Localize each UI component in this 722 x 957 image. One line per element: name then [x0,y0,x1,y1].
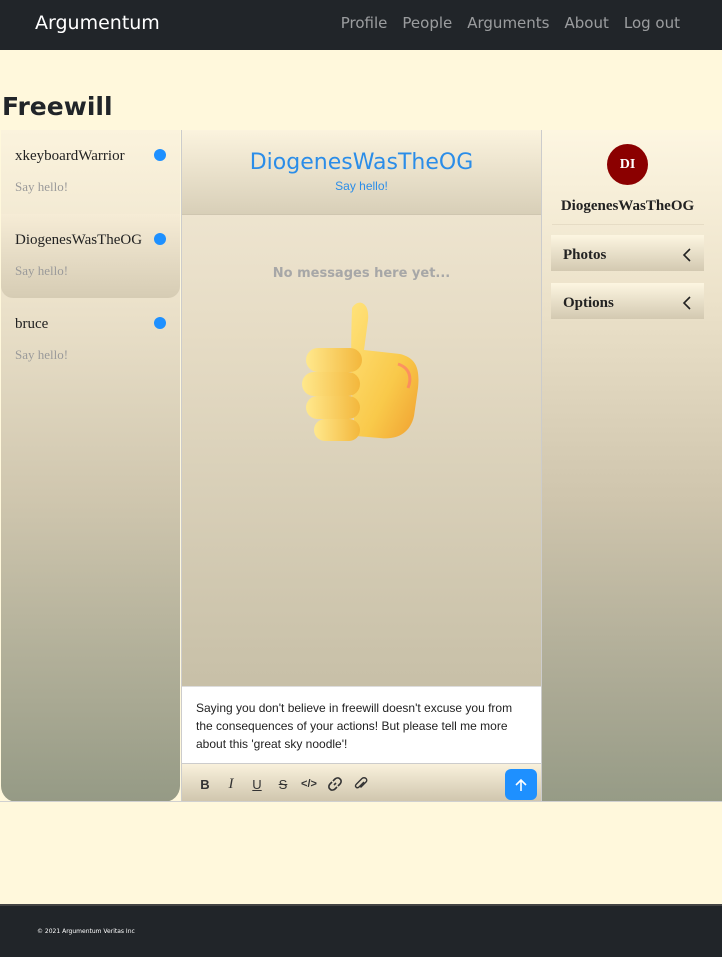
conversation-preview: Say hello! [15,347,69,362]
nav-links: Profile People Arguments About Log out [341,14,680,32]
bold-icon[interactable]: B [197,776,213,792]
chat-header: DiogenesWasTheOG Say hello! [182,130,541,215]
conversation-preview: Say hello! [15,263,69,278]
chevron-left-icon [682,296,691,310]
conversation-name: DiogenesWasTheOG [15,232,143,248]
nav-link-profile[interactable]: Profile [341,14,388,32]
thumbs-up-emoji-icon [302,302,419,441]
photos-section-toggle[interactable]: Photos [551,235,704,271]
unread-dot [154,317,166,329]
chat-panel: DiogenesWasTheOG Say hello! No messages … [181,130,542,802]
footer: © 2021 Argumentum Veritas Inc [0,904,722,957]
chevron-left-icon [682,248,691,262]
page-title: Freewill [2,92,113,121]
empty-messages-text: No messages here yet... [272,266,451,281]
profile-panel: DI DiogenesWasTheOG Photos Options [542,130,722,802]
unread-dot [154,233,166,245]
divider [552,224,704,225]
chat-frame: xkeyboardWarrior Say hello! DiogenesWasT… [1,130,722,802]
code-icon[interactable]: </> [301,776,317,792]
nav-link-logout[interactable]: Log out [624,14,680,32]
footer-copyright: © 2021 Argumentum Veritas Inc [37,928,135,935]
divider [0,801,722,802]
nav-link-people[interactable]: People [402,14,452,32]
options-section-toggle[interactable]: Options [551,283,704,319]
send-button[interactable] [505,769,537,800]
strikethrough-icon[interactable]: S [275,776,291,792]
arrow-up-icon [515,778,527,791]
chat-header-status: Say hello! [335,179,388,193]
unread-dot [154,149,166,161]
italic-icon[interactable]: I [223,776,239,792]
conversation-preview: Say hello! [15,179,69,194]
conversation-item-bruce[interactable]: bruce Say hello! [1,298,180,382]
section-title: Photos [563,247,607,263]
chat-header-name[interactable]: DiogenesWasTheOG [182,150,541,175]
profile-name: DiogenesWasTheOG [560,198,695,214]
paperclip-icon[interactable] [353,776,369,792]
link-icon[interactable] [327,776,343,792]
nav-link-arguments[interactable]: Arguments [467,14,549,32]
top-navbar: Argumentum Profile People Arguments Abou… [0,0,722,50]
conversation-name: xkeyboardWarrior [15,148,125,164]
section-title: Options [563,295,614,311]
nav-link-about[interactable]: About [565,14,609,32]
conversation-item-xkeyboardwarrior[interactable]: xkeyboardWarrior Say hello! [1,130,180,214]
underline-icon[interactable]: U [249,776,265,792]
brand-logo[interactable]: Argumentum [35,12,160,34]
conversation-name: bruce [15,316,49,332]
message-input[interactable]: Saying you don't believe in freewill doe… [182,686,541,763]
formatting-toolbar: B I U S </> [182,763,541,802]
avatar[interactable]: DI [607,144,648,185]
conversation-item-diogeneswastheog[interactable]: DiogenesWasTheOG Say hello! [1,214,180,298]
conversation-list: xkeyboardWarrior Say hello! DiogenesWasT… [1,130,180,802]
